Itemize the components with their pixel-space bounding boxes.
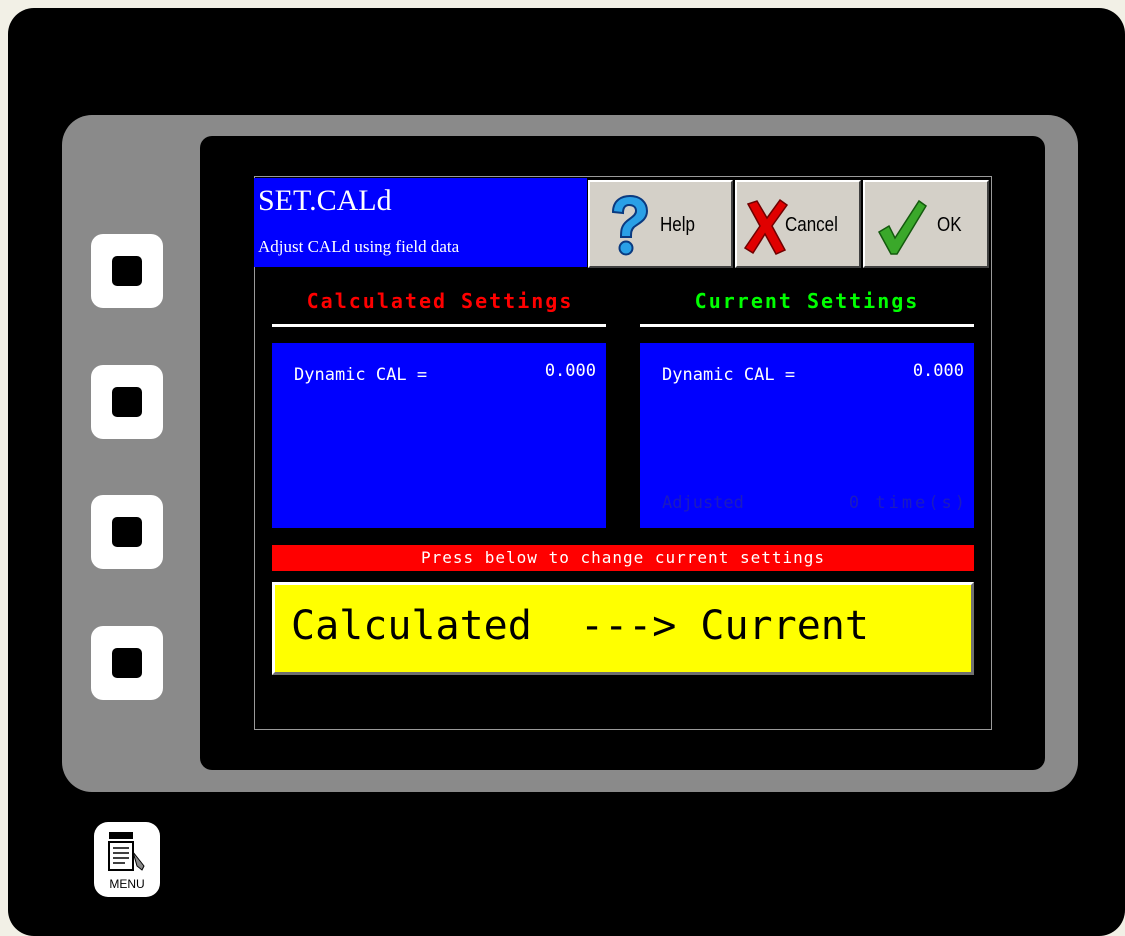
apply-button-label: Calculated ---> Current — [291, 603, 869, 649]
help-label: Help — [660, 214, 695, 236]
check-mark-icon — [877, 199, 927, 255]
menu-label: MENU — [109, 877, 145, 891]
menu-document-icon — [108, 832, 145, 871]
x-mark-icon — [743, 198, 789, 255]
calculated-heading-divider — [272, 324, 606, 327]
question-mark-icon — [611, 194, 649, 256]
cancel-label: Cancel — [785, 214, 838, 236]
current-dynamic-cal-label: Dynamic CAL = — [662, 365, 796, 385]
current-dynamic-cal-value: 0.000 — [912, 361, 964, 381]
current-settings-panel: Dynamic CAL = 0.000 Adjusted 0 time(s) — [640, 343, 974, 528]
ok-button[interactable]: OK — [863, 180, 989, 268]
calculated-dynamic-cal-value: 0.000 — [544, 361, 596, 381]
ok-label: OK — [937, 214, 962, 236]
title-box: SET.CALd Adjust CALd using field data — [254, 178, 587, 267]
soft-key-1[interactable] — [91, 234, 163, 308]
current-heading-divider — [640, 324, 974, 327]
help-button[interactable]: Help — [588, 180, 733, 268]
soft-key-2[interactable] — [91, 365, 163, 439]
calculated-settings-panel: Dynamic CAL = 0.000 — [272, 343, 606, 528]
soft-key-3[interactable] — [91, 495, 163, 569]
cancel-button[interactable]: Cancel — [735, 180, 861, 268]
calculated-dynamic-cal-label: Dynamic CAL = — [294, 365, 428, 385]
apply-calculated-to-current-button[interactable]: Calculated ---> Current — [272, 582, 974, 675]
adjusted-label: Adjusted — [662, 493, 744, 513]
calculated-settings-heading: Calculated Settings — [306, 289, 574, 313]
instruction-banner: Press below to change current settings — [272, 545, 974, 571]
adjusted-count: 0 time(s) — [848, 493, 968, 513]
page-subtitle: Adjust CALd using field data — [258, 237, 460, 256]
page-title: SET.CALd — [258, 184, 392, 217]
soft-key-4[interactable] — [91, 626, 163, 700]
menu-button[interactable]: MENU — [94, 822, 160, 897]
current-settings-heading: Current Settings — [694, 289, 920, 313]
